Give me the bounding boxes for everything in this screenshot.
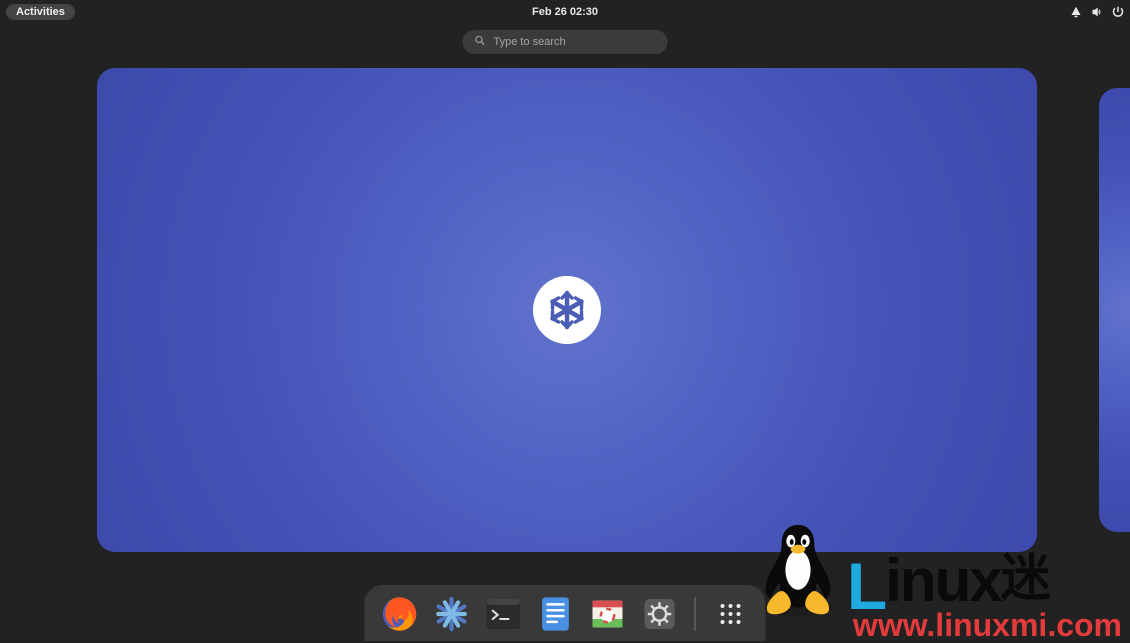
activities-label: Activities bbox=[16, 6, 65, 18]
workspace-2[interactable] bbox=[1099, 88, 1130, 532]
dock-item-settings[interactable] bbox=[639, 593, 681, 635]
firefox-icon bbox=[380, 594, 420, 634]
dock-item-help[interactable] bbox=[587, 593, 629, 635]
activities-button[interactable]: Activities bbox=[6, 4, 75, 20]
watermark-title: Linux迷 bbox=[847, 553, 1049, 619]
dock bbox=[365, 585, 766, 641]
dock-item-nixos[interactable] bbox=[431, 593, 473, 635]
apps-grid-icon bbox=[721, 604, 741, 624]
nixos-icon bbox=[432, 594, 472, 634]
snowflake-icon bbox=[542, 285, 592, 335]
dock-item-terminal[interactable] bbox=[483, 593, 525, 635]
power-icon[interactable] bbox=[1112, 6, 1124, 18]
system-tray[interactable] bbox=[1070, 6, 1124, 18]
dock-item-firefox[interactable] bbox=[379, 593, 421, 635]
clock-label: Feb 26 02:30 bbox=[532, 6, 598, 18]
help-icon bbox=[588, 594, 628, 634]
files-icon bbox=[536, 594, 576, 634]
top-bar: Activities Feb 26 02:30 bbox=[0, 0, 1130, 24]
volume-icon[interactable] bbox=[1091, 6, 1103, 18]
search-icon bbox=[475, 35, 486, 49]
search-bar[interactable] bbox=[463, 30, 668, 54]
nixos-logo-badge bbox=[533, 276, 601, 344]
terminal-icon bbox=[484, 594, 524, 634]
clock[interactable]: Feb 26 02:30 bbox=[532, 6, 598, 18]
workspace-1[interactable] bbox=[97, 68, 1037, 552]
watermark-url: www.linuxmi.com bbox=[853, 609, 1122, 641]
search-input[interactable] bbox=[494, 36, 656, 48]
network-icon[interactable] bbox=[1070, 6, 1082, 18]
settings-icon bbox=[640, 594, 680, 634]
dock-item-files[interactable] bbox=[535, 593, 577, 635]
show-applications-button[interactable] bbox=[710, 593, 752, 635]
dock-separator bbox=[695, 597, 696, 631]
